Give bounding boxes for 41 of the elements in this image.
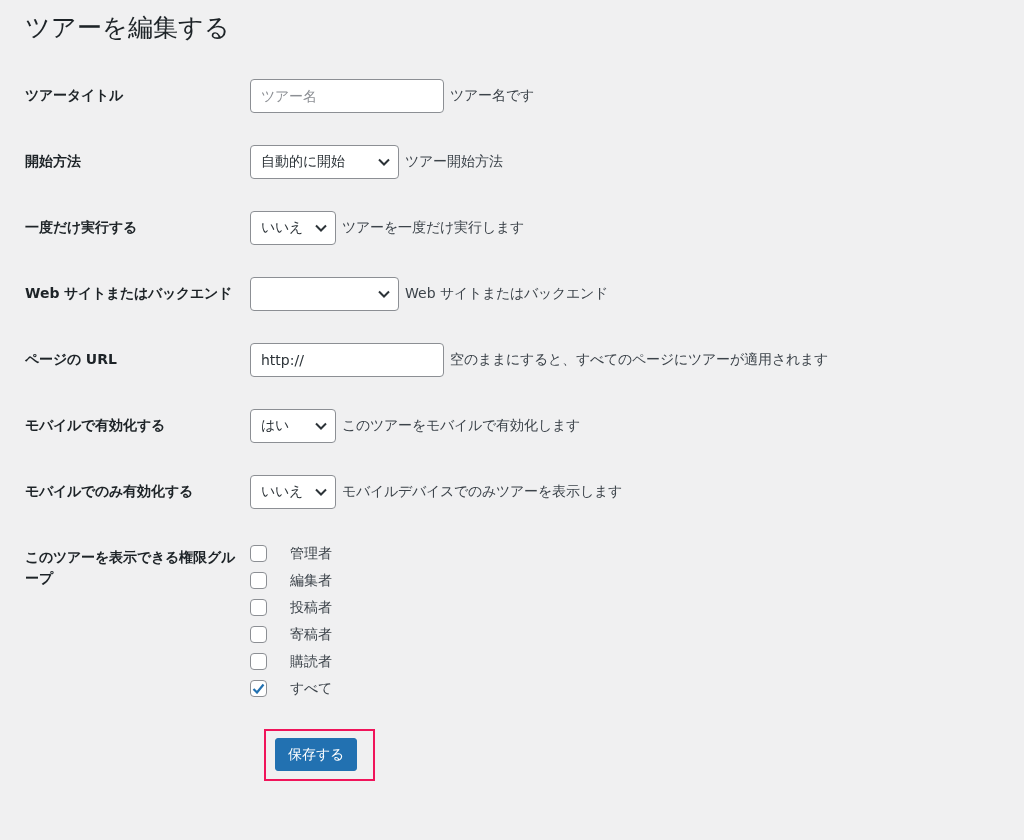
page-title: ツアーを編集する xyxy=(25,12,231,44)
checkbox-label: 編集者 xyxy=(290,570,332,590)
checkbox[interactable] xyxy=(250,544,267,562)
save-button[interactable]: 保存する xyxy=(275,737,357,771)
checkbox-label: 購読者 xyxy=(290,651,332,671)
checkbox-label: 管理者 xyxy=(290,543,332,563)
field-label: ページの URL xyxy=(25,349,118,369)
field-label: このツアーを表示できる権限グループ xyxy=(25,547,236,588)
select-field[interactable]: いいえ xyxy=(250,210,336,245)
chevron-down-icon xyxy=(315,421,327,430)
text-field[interactable]: ツアー名 xyxy=(250,78,444,113)
checkbox[interactable] xyxy=(250,571,267,589)
checkbox-label: すべて xyxy=(290,678,332,698)
field-description: モバイルデバイスでのみツアーを表示します xyxy=(342,482,622,501)
field-description: ツアー名です xyxy=(450,86,534,105)
field-description: ツアーを一度だけ実行します xyxy=(342,218,524,237)
field-label: ツアータイトル xyxy=(25,85,124,105)
chevron-down-icon xyxy=(315,223,327,232)
checkbox[interactable] xyxy=(250,652,267,670)
select-field[interactable]: いいえ xyxy=(250,474,336,509)
select-field[interactable]: 自動的に開始 xyxy=(250,144,399,179)
chevron-down-icon xyxy=(315,487,327,496)
field-label: 開始方法 xyxy=(25,151,82,171)
select-field[interactable] xyxy=(250,276,399,311)
field-label: モバイルで有効化する xyxy=(25,415,166,435)
field-description: Web サイトまたはバックエンド xyxy=(405,284,608,303)
select-field[interactable]: はい xyxy=(250,408,336,443)
checkbox[interactable] xyxy=(250,679,267,697)
field-label: Web サイトまたはバックエンド xyxy=(25,283,234,303)
checkbox-label: 投稿者 xyxy=(290,597,332,617)
field-description: ツアー開始方法 xyxy=(405,152,503,171)
chevron-down-icon xyxy=(378,289,390,298)
text-field[interactable]: http:// xyxy=(250,342,444,377)
checkbox[interactable] xyxy=(250,625,267,643)
field-label: 一度だけ実行する xyxy=(25,217,138,237)
chevron-down-icon xyxy=(378,157,390,166)
field-description: このツアーをモバイルで有効化します xyxy=(342,416,580,435)
checkbox-label: 寄稿者 xyxy=(290,624,332,644)
field-description: 空のままにすると、すべてのページにツアーが適用されます xyxy=(450,350,828,369)
field-label: モバイルでのみ有効化する xyxy=(25,481,194,501)
checkbox[interactable] xyxy=(250,598,267,616)
